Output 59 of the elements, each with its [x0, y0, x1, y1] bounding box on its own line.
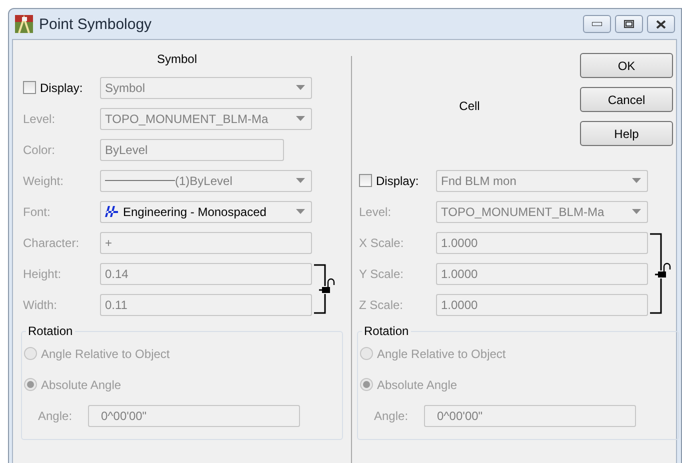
display-checkbox[interactable]: Display: — [359, 174, 436, 188]
text-field[interactable]: 1.0000 — [436, 232, 648, 254]
field-label: Height: — [23, 266, 62, 280]
field-label: Level: — [359, 204, 392, 218]
maximize-icon — [624, 20, 634, 28]
level-dropdown[interactable]: TOPO_MONUMENT_BLM-Ma — [436, 200, 648, 222]
font-dropdown[interactable]: Engineering - Monospaced — [100, 200, 312, 222]
text-field[interactable]: 0.11 — [100, 294, 312, 316]
field-label: Character: — [23, 236, 80, 250]
caret-icon — [296, 85, 305, 90]
weight-dropdown[interactable]: (1)ByLevel — [100, 170, 312, 192]
field-label: Angle: — [374, 408, 410, 422]
display-dropdown[interactable]: Symbol — [100, 76, 312, 98]
line-weight-icon — [105, 180, 175, 182]
field-label: Y Scale: — [359, 266, 404, 280]
radio-option[interactable]: Angle Relative to Object — [22, 338, 342, 369]
field-label: Z Scale: — [359, 298, 404, 312]
close-button[interactable] — [647, 15, 675, 33]
display-checkbox[interactable]: Display: — [23, 80, 100, 94]
maximize-button[interactable] — [615, 15, 643, 33]
radio-option[interactable]: Absolute Angle — [22, 369, 342, 400]
level-dropdown[interactable]: TOPO_MONUMENT_BLM-Ma — [100, 108, 312, 130]
radio-option[interactable]: Absolute Angle — [358, 369, 678, 400]
text-field[interactable]: ByLevel — [100, 138, 284, 160]
display-dropdown[interactable]: Fnd BLM mon — [436, 170, 648, 192]
field-label: Color: — [23, 142, 56, 156]
app-icon — [15, 15, 33, 33]
dialog-button[interactable]: Help — [580, 121, 673, 146]
group-title: Rotation — [27, 324, 74, 338]
text-field[interactable]: 0.14 — [100, 262, 312, 284]
minimize-icon — [592, 22, 602, 26]
radio-dot-icon — [363, 381, 370, 388]
field-label: Width: — [23, 298, 58, 312]
caret-icon — [296, 116, 305, 121]
dialog-button[interactable]: Cancel — [580, 87, 673, 112]
caret-icon — [296, 178, 305, 183]
radio-option[interactable]: Angle Relative to Object — [358, 338, 678, 369]
caret-icon — [632, 178, 641, 183]
caret-icon — [632, 209, 641, 214]
text-field[interactable]: 1.0000 — [436, 294, 648, 316]
text-field[interactable]: + — [100, 232, 312, 254]
text-field[interactable]: 1.0000 — [436, 262, 648, 284]
font-icon — [105, 205, 119, 218]
field-label: Angle: — [38, 408, 74, 422]
angle-field[interactable]: 0^00'00" — [88, 404, 300, 426]
angle-field[interactable]: 0^00'00" — [424, 404, 636, 426]
caret-icon — [296, 209, 305, 214]
dialog-button[interactable]: OK — [580, 53, 673, 78]
minimize-button[interactable] — [583, 15, 611, 33]
section-heading: Cell — [459, 98, 480, 114]
close-icon — [656, 20, 666, 28]
field-label: Weight: — [23, 174, 64, 188]
group-title: Rotation — [363, 324, 410, 338]
field-label: X Scale: — [359, 236, 405, 250]
radio-dot-icon — [27, 381, 34, 388]
field-label: Level: — [23, 112, 56, 126]
section-heading: Symbol — [156, 52, 197, 68]
field-label: Font: — [23, 204, 52, 218]
window-title: Point Symbology — [39, 16, 152, 32]
